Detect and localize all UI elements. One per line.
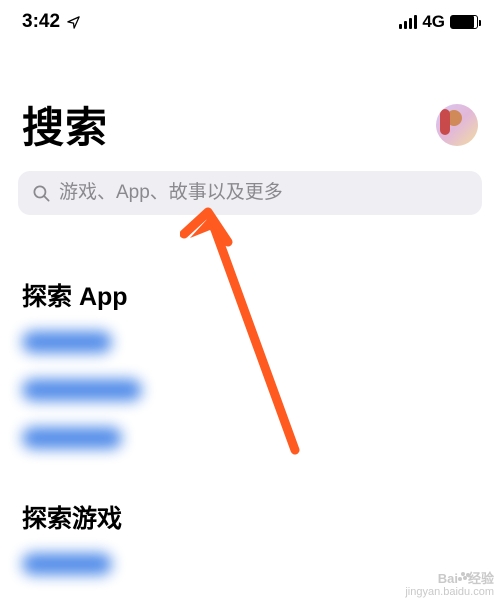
watermark-url: jingyan.baidu.com <box>405 586 494 598</box>
search-icon <box>32 184 51 203</box>
section-title: 探索游戏 <box>22 499 478 535</box>
search-input[interactable] <box>59 182 468 204</box>
paw-icon <box>458 573 468 583</box>
status-time: 3:42 <box>22 11 60 33</box>
profile-avatar[interactable] <box>436 104 478 146</box>
suggestion-item[interactable] <box>22 379 142 401</box>
watermark-brand2: 经验 <box>468 571 494 586</box>
watermark: Bai 经验 jingyan.baidu.com <box>405 572 494 598</box>
network-type-label: 4G <box>422 12 445 32</box>
section-explore-apps: 探索 App <box>0 277 500 449</box>
battery-icon <box>450 15 478 29</box>
suggestion-item[interactable] <box>22 427 122 449</box>
suggestion-item[interactable] <box>22 331 112 353</box>
status-bar: 3:42 4G <box>0 0 500 36</box>
page-title: 搜索 <box>22 94 108 155</box>
watermark-brand: Bai <box>438 571 458 586</box>
search-field[interactable] <box>18 171 482 215</box>
signal-strength-icon <box>399 15 417 29</box>
suggestion-item[interactable] <box>22 553 112 575</box>
location-services-icon <box>66 15 81 30</box>
section-explore-games: 探索游戏 <box>0 499 500 575</box>
status-left: 3:42 <box>22 11 81 33</box>
section-title: 探索 App <box>22 277 478 313</box>
page-header: 搜索 <box>0 36 500 165</box>
status-right: 4G <box>399 12 478 32</box>
